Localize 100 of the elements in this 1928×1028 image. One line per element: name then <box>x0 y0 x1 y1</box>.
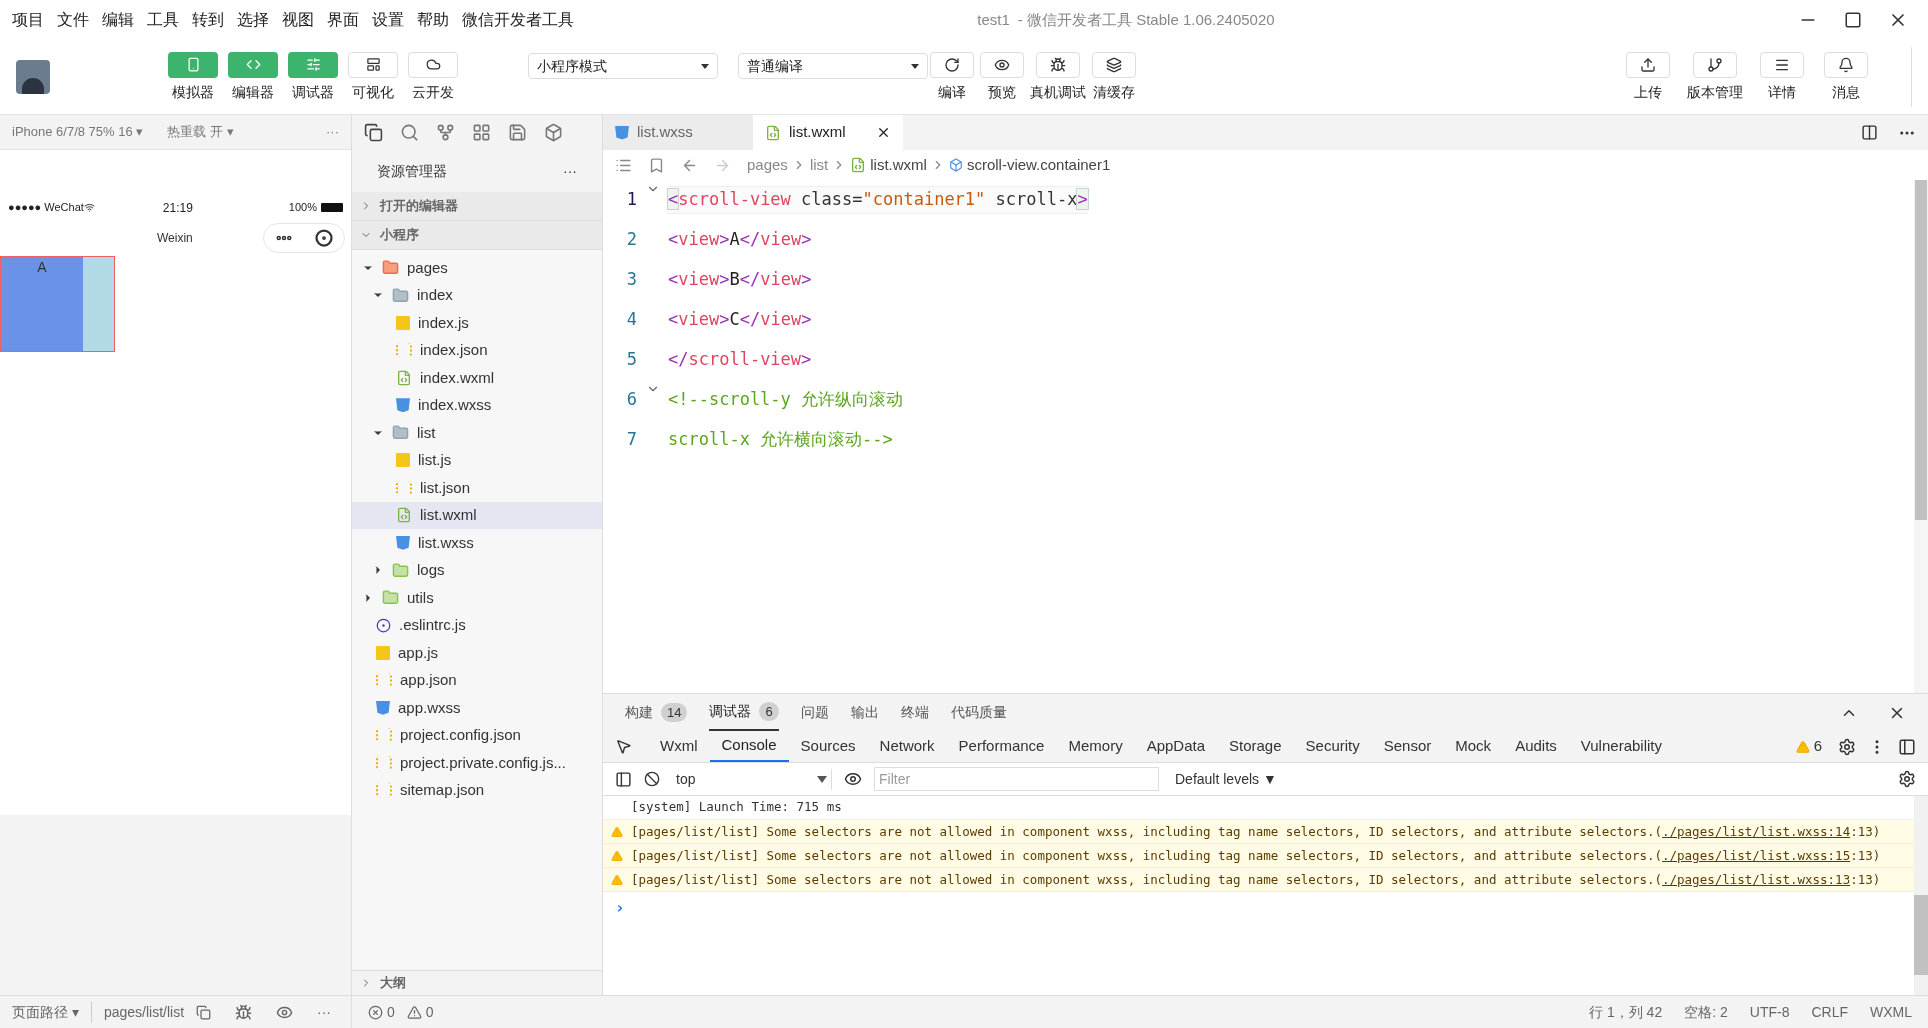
device-dropdown[interactable]: iPhone 6/7/8 75% 16 ▾ <box>12 122 144 142</box>
devtools-tab[interactable]: Storage <box>1217 731 1294 762</box>
copy-icon[interactable] <box>196 1004 212 1020</box>
tree-item[interactable]: list.wxss <box>352 529 602 557</box>
editor-tab[interactable]: list.wxss <box>603 115 753 150</box>
tree-item[interactable]: app.js <box>352 639 602 667</box>
inspect-icon[interactable] <box>615 738 632 755</box>
toggle-button[interactable] <box>408 51 458 78</box>
tree-item[interactable]: index <box>352 281 602 309</box>
devtools-tab[interactable]: Network <box>867 731 947 762</box>
save-icon[interactable] <box>508 123 527 142</box>
menu-item[interactable]: 选择 <box>237 8 269 32</box>
settings-icon[interactable] <box>1898 770 1916 788</box>
filter-field[interactable]: Filter <box>874 767 1159 791</box>
toggle-button[interactable] <box>288 51 338 78</box>
clear-icon[interactable] <box>644 771 660 787</box>
branch-icon[interactable] <box>436 123 455 142</box>
devtools-tab[interactable]: Console <box>709 731 789 762</box>
avatar[interactable] <box>16 60 50 94</box>
menu-item[interactable]: 界面 <box>327 8 359 32</box>
toggle-button[interactable] <box>348 51 398 78</box>
breadcrumb-item[interactable]: list.wxml <box>870 153 927 177</box>
action-button[interactable] <box>1036 51 1080 78</box>
devtools-tab[interactable]: Vulnerability <box>1568 731 1674 762</box>
editor-tab[interactable]: list.wxml <box>753 115 903 150</box>
panel-tab[interactable]: 输出 <box>850 694 879 731</box>
status-item[interactable]: CRLF <box>1811 1001 1848 1023</box>
tree-item[interactable]: index.wxss <box>352 391 602 419</box>
search-icon[interactable] <box>400 123 419 142</box>
tree-item[interactable]: app.json <box>352 666 602 694</box>
action-button[interactable] <box>930 51 974 78</box>
section-header[interactable]: 打开的编辑器 <box>352 192 602 221</box>
tree-item[interactable]: list.wxml <box>352 501 602 529</box>
menu-item[interactable]: 设置 <box>372 8 404 32</box>
hot-reload-dropdown[interactable]: 热重载 开 ▾ <box>167 122 234 142</box>
more-button[interactable]: ··· <box>317 1001 332 1023</box>
devtools-tab[interactable]: Performance <box>946 731 1057 762</box>
status-item[interactable]: WXML <box>1870 1001 1912 1023</box>
action-button[interactable] <box>1760 51 1804 78</box>
status-item[interactable]: 行 1，列 42 <box>1589 1001 1663 1023</box>
devtools-tab[interactable]: Memory <box>1056 731 1135 762</box>
tree-item[interactable]: logs <box>352 556 602 584</box>
tree-item[interactable]: index.json <box>352 336 602 364</box>
panel-tab[interactable]: 代码质量 <box>950 694 1007 731</box>
error-count[interactable]: 0 <box>387 1001 395 1023</box>
breadcrumb-item[interactable]: scroll-view.container1 <box>966 153 1111 177</box>
action-button[interactable] <box>1626 51 1670 78</box>
toggle-button[interactable] <box>228 51 278 78</box>
menu-item[interactable]: 编辑 <box>102 8 134 32</box>
menu-item[interactable]: 转到 <box>192 8 224 32</box>
action-button[interactable] <box>1824 51 1868 78</box>
close-icon[interactable] <box>876 125 891 140</box>
devtools-tab[interactable]: Sources <box>788 731 868 762</box>
devtools-tab[interactable]: Audits <box>1503 731 1569 762</box>
devtools-tab[interactable]: Security <box>1293 731 1372 762</box>
tree-item[interactable]: .eslintrc.js <box>352 611 602 639</box>
page-path-dropdown[interactable]: 页面路径 ▾ <box>12 1001 79 1023</box>
tree-item[interactable]: app.wxss <box>352 694 602 722</box>
bug-icon[interactable] <box>235 1003 253 1021</box>
tree-item[interactable]: utils <box>352 584 602 612</box>
source-link[interactable]: ./pages/list/list.wxss:14 <box>1662 823 1851 839</box>
dock-icon[interactable] <box>1898 737 1916 756</box>
menu-item[interactable]: 文件 <box>57 8 89 32</box>
tree-item[interactable]: project.private.config.js... <box>352 749 602 777</box>
maximize-icon[interactable] <box>1844 11 1862 29</box>
compile-dropdown[interactable]: 普通编译 <box>738 53 928 79</box>
scrollbar[interactable] <box>1914 180 1928 693</box>
tree-item[interactable]: list.js <box>352 446 602 474</box>
tree-item[interactable]: pages <box>352 254 602 282</box>
sidebar-icon[interactable] <box>615 770 632 788</box>
status-item[interactable]: UTF-8 <box>1749 1001 1790 1023</box>
panel-tab[interactable]: 构建 14 <box>625 694 688 731</box>
warning-count[interactable]: 0 <box>425 1001 434 1023</box>
panel-tab[interactable]: 问题 <box>800 694 829 731</box>
eye-icon[interactable] <box>844 770 862 788</box>
toggle-button[interactable] <box>168 51 218 78</box>
tree-item[interactable]: project.config.json <box>352 721 602 749</box>
grid-icon[interactable] <box>472 123 491 142</box>
tree-item[interactable]: index.wxml <box>352 364 602 392</box>
panel-tab[interactable]: 终端 <box>900 694 929 731</box>
bookmark-icon[interactable] <box>648 156 665 174</box>
tree-item[interactable]: list.json <box>352 474 602 502</box>
files-icon[interactable] <box>364 123 383 142</box>
devtools-tab[interactable]: Mock <box>1443 731 1504 762</box>
source-link[interactable]: ./pages/list/list.wxss:15 <box>1662 847 1851 863</box>
action-button[interactable] <box>1092 51 1136 78</box>
settings-icon[interactable] <box>1838 737 1856 756</box>
tree-item[interactable]: sitemap.json <box>352 776 602 804</box>
more-button[interactable]: ··· <box>326 122 339 142</box>
tree-item[interactable]: list <box>352 419 602 447</box>
warning-count[interactable]: 6 <box>1813 735 1822 758</box>
menu-item[interactable]: 工具 <box>147 8 179 32</box>
devtools-tab[interactable]: Sensor <box>1371 731 1444 762</box>
breadcrumb-item[interactable]: list <box>809 153 829 177</box>
action-button[interactable] <box>980 51 1024 78</box>
devtools-tab[interactable]: AppData <box>1134 731 1217 762</box>
split-icon[interactable] <box>1861 124 1878 141</box>
menu-item[interactable]: 帮助 <box>417 8 449 32</box>
menu-item[interactable]: 视图 <box>282 8 314 32</box>
source-link[interactable]: ./pages/list/list.wxss:13 <box>1662 871 1851 887</box>
